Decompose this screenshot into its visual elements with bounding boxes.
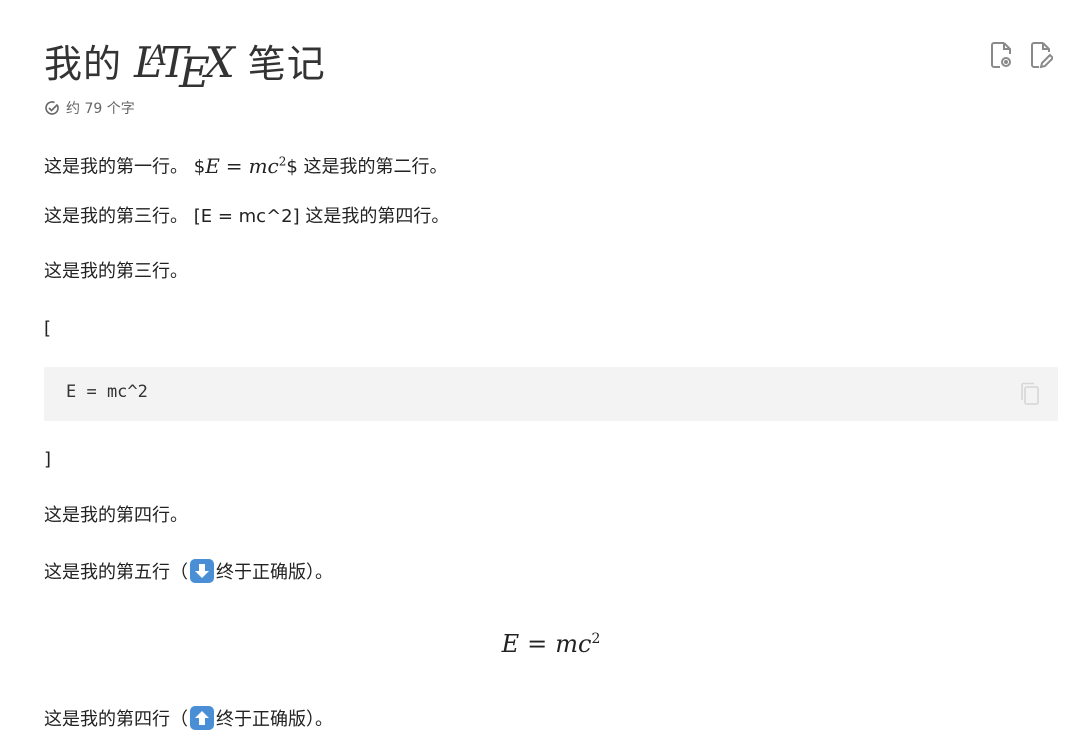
- title-row: 我的 LATEX 笔记: [44, 26, 1058, 97]
- latex-logo: LATEX: [134, 38, 235, 97]
- close-bracket: ]: [44, 449, 52, 470]
- display-math: E = mc2: [44, 630, 1058, 658]
- title-actions: [988, 40, 1054, 70]
- down-arrow-icon: [190, 559, 214, 583]
- title-suffix: 笔记: [247, 42, 326, 86]
- copy-icon: [1021, 382, 1039, 405]
- up-arrow-icon: [190, 706, 214, 730]
- display-math-exponent: 2: [591, 631, 601, 647]
- display-math-lhs: E: [501, 630, 520, 658]
- paragraph-6-text-end: 终于正确版）。: [216, 709, 333, 730]
- paragraph-1: 这是我的第一行。 $E = mc2$ 这是我的第二行。: [44, 148, 448, 181]
- title-prefix: 我的: [44, 42, 123, 86]
- paragraph-5: 这是我的第五行（ 终于正确版）。: [44, 559, 333, 586]
- code-block: E = mc^2: [44, 367, 1058, 421]
- preview-button[interactable]: [988, 40, 1014, 70]
- display-math-eq: =: [527, 630, 548, 658]
- paragraph-3: 这是我的第三行。: [44, 261, 188, 282]
- paragraph-1-text-start: 这是我的第一行。 $: [44, 156, 206, 178]
- copy-button[interactable]: [1018, 381, 1042, 407]
- word-count-label: 约 79 个字: [66, 101, 135, 117]
- paragraph-5-text-end: 终于正确版）。: [216, 562, 333, 583]
- open-bracket: [: [44, 318, 52, 339]
- code-text: E = mc^2: [66, 382, 148, 402]
- paragraph-1-text-end: $ 这是我的第二行。: [286, 156, 448, 178]
- edit-button[interactable]: [1028, 40, 1054, 70]
- paragraph-2: 这是我的第三行。 [E = mc^2] 这是我的第四行。: [44, 206, 450, 227]
- inline-math: E = mc2: [205, 153, 287, 178]
- paragraph-4: 这是我的第四行。: [44, 505, 188, 526]
- file-edit-icon: [1031, 42, 1053, 69]
- word-count: 约 79 个字: [44, 98, 135, 118]
- page-title: 我的 LATEX 笔记: [44, 26, 326, 97]
- display-math-rhs: mc: [555, 630, 592, 658]
- paragraph-5-text-start: 这是我的第五行（: [44, 562, 188, 583]
- paragraph-6-text-start: 这是我的第四行（: [44, 709, 188, 730]
- file-preview-icon: [991, 42, 1011, 68]
- paragraph-6: 这是我的第四行（ 终于正确版）。: [44, 706, 333, 733]
- check-circle-icon: [45, 101, 59, 115]
